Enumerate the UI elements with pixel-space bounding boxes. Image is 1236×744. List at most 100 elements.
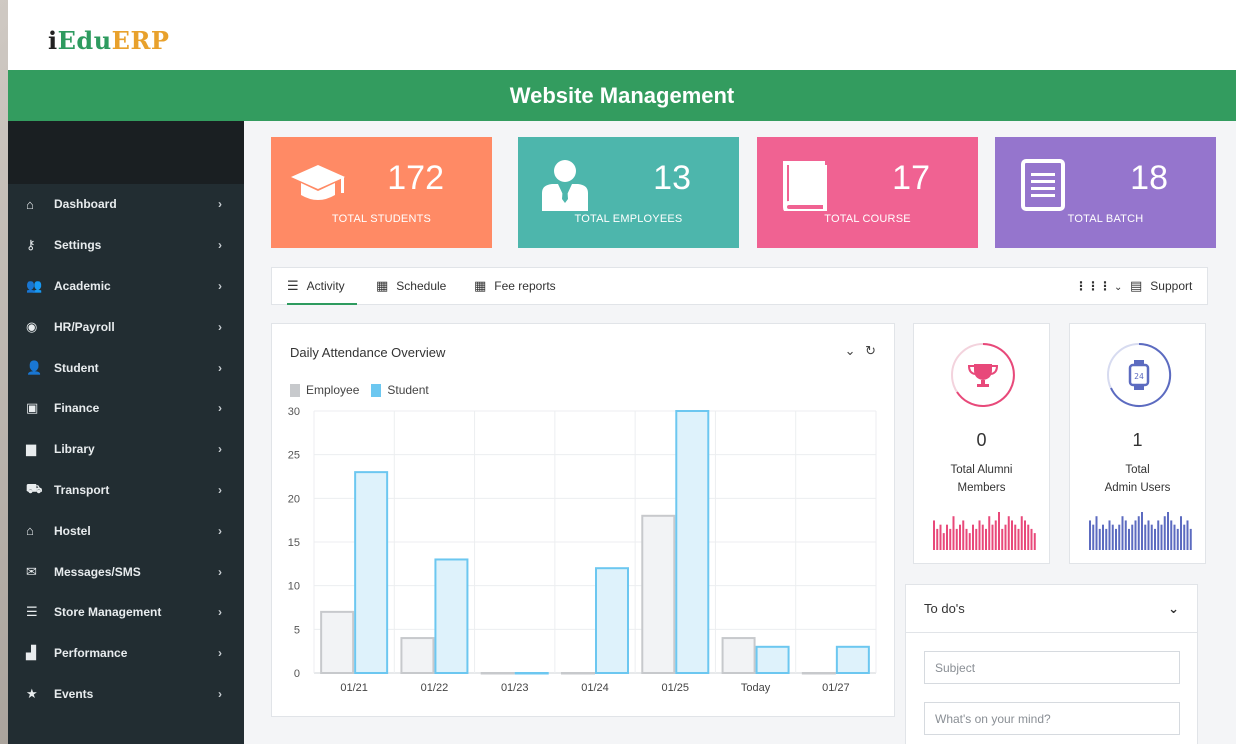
bar-student[interactable] <box>354 471 389 674</box>
sparkline-bar <box>946 524 948 550</box>
bar-student[interactable] <box>595 567 629 674</box>
bar-student[interactable] <box>835 645 870 674</box>
sparkline-bar <box>1108 520 1111 550</box>
sidebar-item-academic[interactable]: 👥 Academic › <box>8 266 244 307</box>
sparkline-bar <box>1118 524 1121 550</box>
bar-employee[interactable] <box>721 637 756 675</box>
kpi-label: Total Alumni Members <box>950 464 1013 494</box>
tab-schedule[interactable]: ▦ Schedule <box>376 268 446 305</box>
stat-card-employees[interactable]: 13 TOTAL EMPLOYEES <box>518 137 739 248</box>
sparkline-bar <box>1189 528 1192 550</box>
chevron-right-icon: › <box>218 442 222 457</box>
bar-employee[interactable] <box>480 672 515 675</box>
bar-employee[interactable] <box>641 514 676 674</box>
stat-value: 17 <box>892 159 930 197</box>
sidebar-item-student[interactable]: 👤 Student › <box>8 347 244 388</box>
sidebar-item-settings[interactable]: ⚷ Settings › <box>8 225 244 266</box>
sidebar-item-library[interactable]: ▆ Library › <box>8 429 244 470</box>
bar-employee[interactable] <box>801 672 836 675</box>
sidebar-item-store-management[interactable]: ☰ Store Management › <box>8 592 244 633</box>
sparkline-bar <box>1154 528 1156 550</box>
sidebar-item-label: Transport <box>54 482 110 497</box>
todo-header[interactable]: To do's ⌄ <box>906 585 1197 633</box>
y-tick-label: 5 <box>294 624 300 636</box>
bar-employee[interactable] <box>400 637 435 675</box>
sparkline-bar <box>939 524 942 550</box>
sparkline-bar <box>1102 524 1104 550</box>
bar-employee[interactable] <box>561 672 595 675</box>
user-icon: 👤 <box>26 359 43 375</box>
chevron-right-icon: › <box>218 686 222 701</box>
sparkline-bar <box>981 524 984 550</box>
kpi-card-alumni[interactable]: 0 Total Alumni Members <box>913 323 1050 564</box>
list-icon: ☰ <box>26 604 38 620</box>
sidebar-item-label: Library <box>54 442 95 457</box>
sidebar-item-performance[interactable]: ▟ Performance › <box>8 633 244 674</box>
chevron-down-icon[interactable]: ⌄ <box>1168 601 1179 617</box>
sparkline-bar <box>1157 520 1160 550</box>
apps-grid-dropdown[interactable]: ⋮⋮⋮ ⌄ <box>1075 268 1122 305</box>
sidebar-item-hr-payroll[interactable]: ◉ HR/Payroll › <box>8 306 244 347</box>
bar-student[interactable] <box>755 645 790 674</box>
sparkline-bar <box>1186 520 1189 550</box>
stat-value: 172 <box>387 159 444 197</box>
book-icon: ▆ <box>26 441 36 457</box>
sparkline-bar <box>933 520 935 550</box>
stat-label: TOTAL COURSE <box>824 213 911 225</box>
stat-label: TOTAL BATCH <box>1067 213 1144 225</box>
star-icon: ★ <box>26 685 38 701</box>
sparkline-bar <box>1167 512 1169 550</box>
kpi-card-admin-users[interactable]: 24 1 Total Admin Users <box>1069 323 1206 564</box>
sparkline-bar <box>1033 533 1036 550</box>
app-frame: iEduERP Website Management ⌂ Dashboard › ⚷ S… <box>8 0 1236 744</box>
sparkline-bar <box>1092 524 1095 550</box>
y-tick-label: 30 <box>288 406 300 418</box>
tab-activity[interactable]: ☰ Activity <box>287 268 357 305</box>
sidebar-item-finance[interactable]: ▣ Finance › <box>8 388 244 429</box>
attendance-chart-card: Daily Attendance Overview ⌄ ↻ Employee S… <box>271 323 895 717</box>
menu-icon: ☰ <box>287 278 299 293</box>
stat-card-students[interactable]: 172 TOTAL STUDENTS <box>271 137 492 248</box>
sidebar-item-label: Events <box>54 686 94 701</box>
todo-subject-input[interactable] <box>924 651 1180 684</box>
svg-text:24: 24 <box>1134 372 1144 381</box>
sidebar-item-hostel[interactable]: ⌂ Hostel › <box>8 510 244 551</box>
bar-student[interactable] <box>514 672 549 675</box>
sparkline-bar <box>1095 516 1098 550</box>
bar-employee[interactable] <box>320 610 355 675</box>
sidebar-item-label: Dashboard <box>54 197 117 212</box>
sidebar-item-transport[interactable]: ⛟ Transport › <box>8 470 244 511</box>
sidebar-item-messages-sms[interactable]: ✉ Messages/SMS › <box>8 551 244 592</box>
bar-student[interactable] <box>434 558 469 674</box>
chevron-right-icon: › <box>218 360 222 375</box>
sparkline-bar <box>1173 524 1176 550</box>
y-tick-label: 0 <box>294 668 300 680</box>
sparkline-bar <box>1176 528 1179 550</box>
truck-icon: ⛟ <box>26 480 43 496</box>
chevron-down-icon: ⌄ <box>1114 282 1123 293</box>
todo-mind-input[interactable] <box>924 702 1180 735</box>
sparkline-bar <box>1030 528 1033 550</box>
stat-card-batch[interactable]: 18 TOTAL BATCH <box>995 137 1216 248</box>
x-tick-label: 01/25 <box>662 682 690 694</box>
kpi-value: 1 <box>1132 430 1143 450</box>
sparkline-bar <box>952 516 955 550</box>
support-icon: ▤ <box>1130 278 1143 293</box>
sparkline-bar <box>991 524 994 550</box>
sparkline-bar <box>949 528 952 550</box>
trophy-icon <box>967 364 999 387</box>
bar-student[interactable] <box>675 410 710 674</box>
sidebar-item-events[interactable]: ★ Events › <box>8 674 244 715</box>
tab-fee-reports[interactable]: ▦ Fee reports <box>474 268 556 305</box>
support-link[interactable]: ▤ Support <box>1130 268 1192 305</box>
sidebar-item-label: Academic <box>54 278 111 293</box>
sidebar-item-dashboard[interactable]: ⌂ Dashboard › <box>8 184 244 225</box>
chevron-right-icon: › <box>218 197 222 212</box>
sidebar: ⌂ Dashboard › ⚷ Settings › 👥 Academic › ◉ HR/Payro… <box>8 121 244 744</box>
sparkline-bar <box>994 520 997 550</box>
chevron-right-icon: › <box>218 564 222 579</box>
tab-bar: ☰ Activity ▦ Schedule ▦ Fee reports ⋮⋮⋮ ⌄ ▤ S… <box>271 267 1208 305</box>
logo[interactable]: iEduERP <box>48 26 169 55</box>
stat-label: TOTAL EMPLOYEES <box>574 213 683 225</box>
stat-card-course[interactable]: 17 TOTAL COURSE <box>757 137 978 248</box>
